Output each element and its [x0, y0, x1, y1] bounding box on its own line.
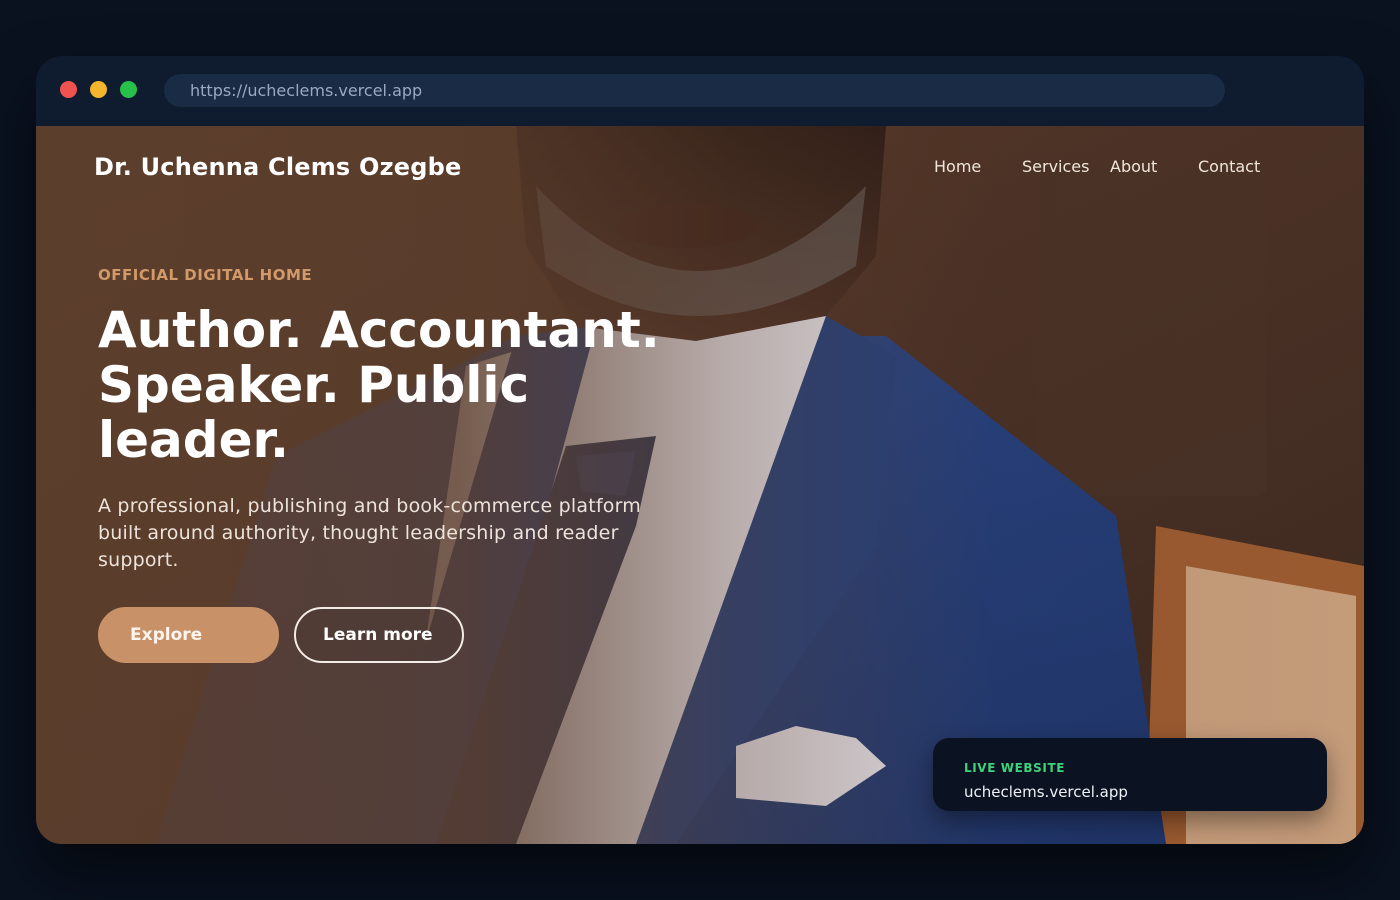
maximize-window-button[interactable] [120, 81, 137, 98]
nav-home[interactable]: Home [934, 157, 981, 176]
browser-chrome: https://ucheclems.vercel.app [36, 56, 1364, 126]
nav-contact[interactable]: Contact [1198, 157, 1260, 176]
nav-services[interactable]: Services [1022, 157, 1089, 176]
hero-headline: Author. Accountant. Speaker. Public lead… [98, 303, 738, 468]
live-website-label: LIVE WEBSITE [964, 761, 1066, 775]
live-website-card[interactable]: LIVE WEBSITE ucheclems.vercel.app [933, 738, 1327, 811]
hero-eyebrow: OFFICIAL DIGITAL HOME [98, 266, 313, 284]
close-window-button[interactable] [60, 81, 77, 98]
hero-section: Dr. Uchenna Clems Ozegbe Home Services A… [36, 126, 1364, 844]
site-brand[interactable]: Dr. Uchenna Clems Ozegbe [94, 153, 461, 181]
minimize-window-button[interactable] [90, 81, 107, 98]
headline-line-2: Speaker. Public [98, 356, 530, 414]
headline-line-3: leader. [98, 411, 290, 469]
explore-button[interactable]: Explore [98, 607, 279, 663]
live-website-url[interactable]: ucheclems.vercel.app [964, 783, 1128, 801]
hero-subtitle: A professional, publishing and book-comm… [98, 495, 641, 571]
nav-about[interactable]: About [1110, 157, 1157, 176]
headline-line-1: Author. Accountant. [98, 301, 660, 359]
browser-window: https://ucheclems.vercel.app Dr. Uchenna… [36, 56, 1364, 844]
learn-more-button[interactable]: Learn more [294, 607, 464, 663]
address-bar[interactable]: https://ucheclems.vercel.app [164, 74, 1225, 107]
hero-gradient-overlay [36, 126, 1364, 844]
